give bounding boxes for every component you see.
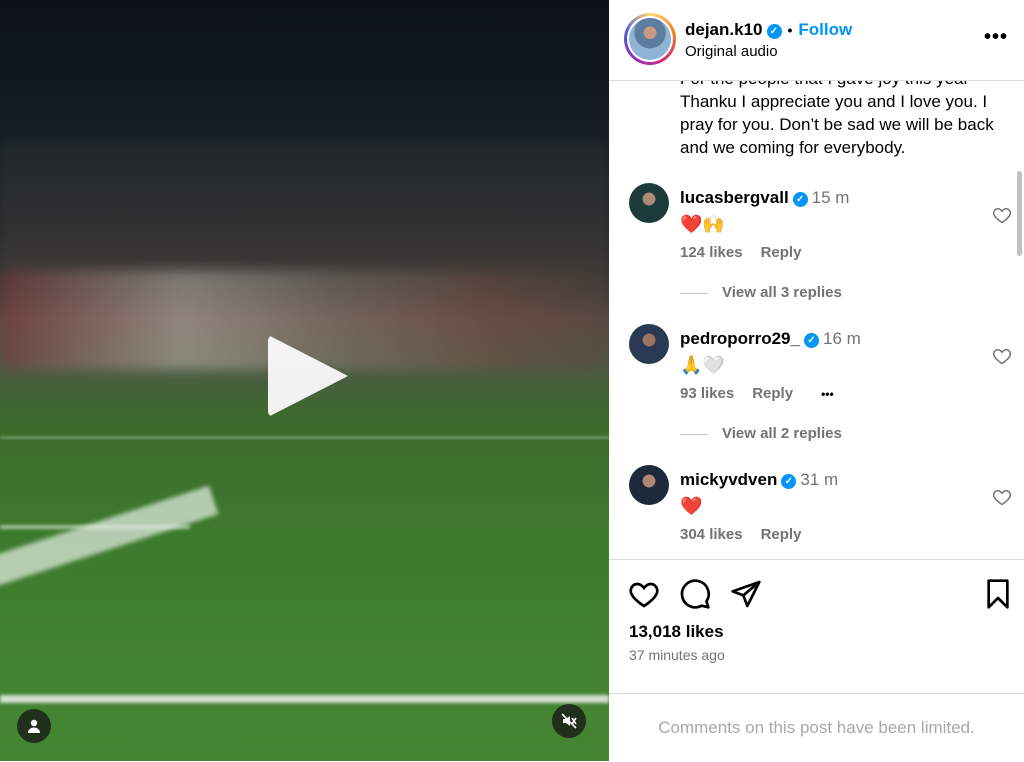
author-line: dejan.k10 ✓ • Follow (685, 20, 852, 40)
view-replies-button[interactable]: View all 3 replies (680, 284, 842, 301)
commenter-avatar[interactable] (629, 324, 669, 364)
video-player[interactable] (0, 0, 609, 761)
comment-meta: 124 likes Reply (680, 244, 819, 261)
view-replies-label: View all 2 replies (722, 425, 842, 442)
reply-button[interactable]: Reply (761, 526, 802, 543)
comment-likes[interactable]: 93 likes (680, 385, 734, 402)
post-side-panel: dejan.k10✓•Follow Original audio ••• For… (609, 0, 1024, 761)
comment-time: 16 m (822, 329, 861, 348)
author-username[interactable]: dejan.k10 (685, 20, 763, 39)
verified-badge-icon: ✓ (781, 474, 797, 489)
stadium-stands (0, 140, 609, 270)
heart-icon[interactable] (628, 578, 660, 610)
heart-icon[interactable] (992, 487, 1012, 507)
commenter-avatar[interactable] (629, 465, 669, 505)
pitch-line (0, 695, 609, 703)
pitch-marking (0, 485, 219, 595)
follow-button[interactable]: Follow (798, 20, 852, 39)
muted-speaker-icon (561, 713, 577, 729)
pitch-line (0, 436, 609, 439)
reply-button[interactable]: Reply (752, 385, 793, 402)
user-tag-icon (28, 719, 40, 733)
post-timestamp[interactable]: 37 minutes ago (629, 647, 725, 663)
comment-meta: 93 likes Reply ••• (680, 385, 852, 402)
comment-time: 31 m (800, 470, 839, 489)
commenter-username[interactable]: pedroporro29_ (680, 329, 800, 348)
heart-icon[interactable] (992, 346, 1012, 366)
verified-badge-icon: ✓ (766, 24, 782, 39)
bookmark-icon[interactable] (982, 578, 1014, 610)
audio-label[interactable]: Original audio (685, 43, 778, 60)
comment-time: 15 m (811, 188, 850, 207)
user-tag-button[interactable] (17, 709, 51, 743)
commenter-username[interactable]: lucasbergvall (680, 188, 789, 207)
comment-text: ❤️🙌 (680, 214, 725, 234)
verified-badge-icon: ✓ (792, 192, 808, 207)
comment-meta: 304 likes Reply (680, 526, 819, 543)
comment-likes[interactable]: 304 likes (680, 526, 743, 543)
author-avatar[interactable] (624, 13, 676, 65)
separator-dot: • (787, 22, 793, 38)
view-replies-label: View all 3 replies (722, 284, 842, 301)
comment-header: pedroporro29_ ✓ 16 m (680, 329, 861, 349)
likes-count[interactable]: 13,018 likes (629, 622, 724, 642)
comment-likes[interactable]: 124 likes (680, 244, 743, 261)
more-options-icon[interactable]: ••• (984, 26, 1008, 49)
reply-button[interactable]: Reply (761, 244, 802, 261)
commenter-username[interactable]: mickyvdven (680, 470, 777, 489)
comment-text: ❤️ (680, 496, 703, 516)
post-header: dejan.k10 ✓ • Follow Original audio ••• (609, 0, 1024, 81)
comments-limited-notice: Comments on this post have been limited. (609, 693, 1024, 762)
comment-header: mickyvdven ✓ 31 m (680, 470, 838, 490)
mute-button[interactable] (552, 704, 586, 738)
heart-icon[interactable] (992, 205, 1012, 225)
comment-more-options-icon[interactable]: ••• (821, 387, 834, 401)
scrollbar-thumb[interactable] (1017, 171, 1022, 256)
commenter-avatar[interactable] (629, 183, 669, 223)
play-icon[interactable] (268, 335, 348, 417)
comment-text: 🙏🤍 (680, 355, 725, 375)
post-caption: For the people that I gave joy this year… (680, 81, 994, 157)
view-replies-button[interactable]: View all 2 replies (680, 425, 842, 442)
paper-plane-icon[interactable] (730, 578, 762, 610)
comments-scroll-area[interactable]: For the people that I gave joy this year… (609, 81, 1024, 559)
comment-bubble-icon[interactable] (679, 578, 711, 610)
post-actions: 13,018 likes 37 minutes ago (609, 559, 1024, 690)
verified-badge-icon: ✓ (803, 333, 819, 348)
pitch-marking (0, 525, 190, 529)
comment-header: lucasbergvall ✓ 15 m (680, 188, 849, 208)
